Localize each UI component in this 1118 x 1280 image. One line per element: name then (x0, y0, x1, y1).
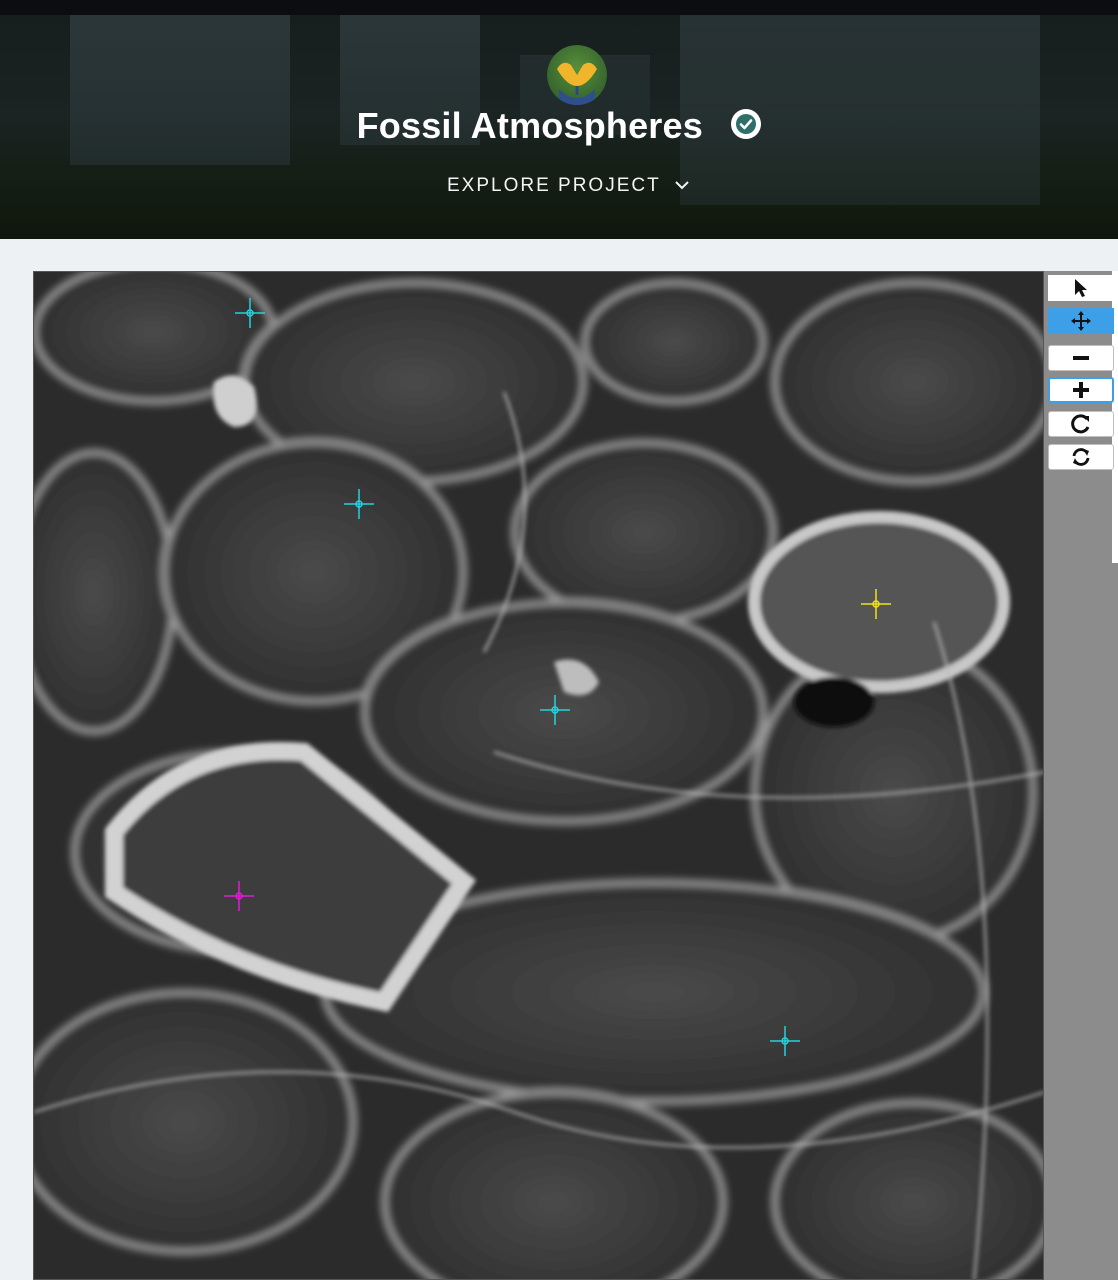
marker-cyan-4[interactable] (769, 1025, 801, 1057)
marker-cyan-1[interactable] (234, 297, 266, 329)
project-header: Fossil Atmospheres EXPLORE PROJECT (0, 15, 1118, 239)
explore-project-label: EXPLORE PROJECT (447, 175, 661, 197)
pan-tool-button[interactable] (1048, 308, 1114, 334)
marker-magenta-1[interactable] (223, 880, 255, 912)
select-tool-button[interactable] (1048, 275, 1114, 301)
project-title[interactable]: Fossil Atmospheres (357, 101, 703, 151)
crosshair-icon (224, 881, 254, 911)
crosshair-icon (861, 589, 891, 619)
plus-icon (1073, 382, 1089, 398)
verified-badge-icon (731, 109, 762, 139)
project-title-row: Fossil Atmospheres (0, 101, 1118, 151)
minus-icon (1073, 356, 1089, 360)
marker-cyan-2[interactable] (343, 488, 375, 520)
crosshair-icon (235, 298, 265, 328)
move-arrows-icon (1071, 311, 1091, 331)
refresh-icon (1072, 448, 1090, 466)
crosshair-icon (344, 489, 374, 519)
rotate-clockwise-icon (1071, 414, 1090, 434)
ginkgo-leaf-icon (547, 45, 607, 105)
rotate-button[interactable] (1048, 411, 1114, 437)
top-bar (0, 0, 1118, 15)
explore-project-dropdown[interactable]: EXPLORE PROJECT (447, 175, 690, 197)
zoom-in-button[interactable] (1048, 377, 1114, 403)
marker-cyan-3[interactable] (539, 694, 571, 726)
crosshair-icon (770, 1026, 800, 1056)
zoom-out-button[interactable] (1048, 345, 1114, 371)
reset-button[interactable] (1048, 444, 1114, 470)
pointer-arrow-icon (1075, 279, 1087, 297)
crosshair-icon (540, 695, 570, 725)
marker-yellow-1[interactable] (860, 588, 892, 620)
project-avatar[interactable] (547, 45, 607, 105)
subject-image-viewer[interactable] (33, 271, 1044, 1280)
leaf-cuticle-image[interactable] (34, 272, 1044, 1280)
chevron-down-icon (674, 175, 690, 197)
